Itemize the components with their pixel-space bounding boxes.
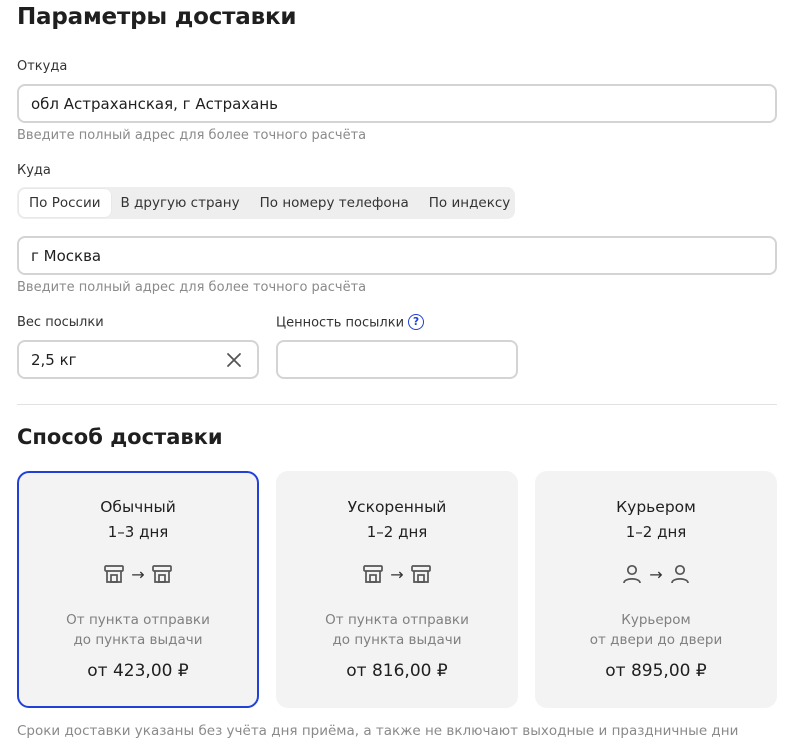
pickup-point-icon	[363, 565, 384, 583]
parcel-value-label: Ценность посылки	[276, 315, 405, 331]
arrow-icon: →	[131, 564, 145, 584]
delivery-method-title: Способ доставки	[17, 425, 223, 449]
delivery-option-standard[interactable]: Обычный 1–3 дня → От пункта отправки до …	[17, 471, 259, 708]
pickup-point-icon	[151, 565, 172, 583]
tab-phone-number[interactable]: По номеру телефона	[250, 189, 419, 217]
from-label: Откуда	[17, 59, 68, 74]
parcel-value-input[interactable]	[276, 340, 518, 379]
route-icons: →	[19, 562, 257, 586]
from-address-value: обл Астраханская, г Астрахань	[31, 94, 279, 113]
option-title: Ускоренный	[347, 498, 447, 516]
section-divider	[17, 404, 777, 405]
page-title: Параметры доставки	[17, 4, 297, 30]
option-title: Обычный	[100, 498, 176, 516]
option-price: от 816,00 ₽	[346, 661, 448, 681]
option-price: от 895,00 ₽	[605, 661, 707, 681]
delivery-option-courier[interactable]: Курьером 1–2 дня → Курьером от двери до …	[535, 471, 777, 708]
route-icons: →	[535, 562, 777, 586]
delivery-option-express[interactable]: Ускоренный 1–2 дня → От пункта отправки …	[276, 471, 518, 708]
weight-value: 2,5 кг	[31, 350, 77, 369]
option-days: 1–2 дня	[625, 523, 687, 541]
option-title: Курьером	[616, 498, 696, 516]
option-description-line2: до пункта выдачи	[332, 632, 462, 648]
arrow-icon: →	[649, 564, 663, 584]
to-hint: Введите полный адрес для более точного р…	[17, 280, 367, 295]
tab-postal-index[interactable]: По индексу	[419, 189, 521, 217]
from-address-input[interactable]: обл Астраханская, г Астрахань	[17, 84, 777, 123]
weight-input[interactable]: 2,5 кг	[17, 340, 259, 379]
tab-russia[interactable]: По России	[19, 189, 111, 217]
option-description-line1: От пункта отправки	[325, 612, 469, 628]
arrow-icon: →	[390, 564, 404, 584]
option-description-line2: до пункта выдачи	[73, 632, 203, 648]
option-description-line1: От пункта отправки	[66, 612, 210, 628]
route-icons: →	[276, 562, 518, 586]
from-hint: Введите полный адрес для более точного р…	[17, 128, 367, 143]
option-description-line1: Курьером	[621, 612, 691, 628]
destination-tabs: По России В другую страну По номеру теле…	[17, 187, 515, 219]
question-circle-icon[interactable]: ?	[408, 314, 425, 330]
to-address-value: г Москва	[31, 246, 102, 265]
footer-note: Сроки доставки указаны без учёта дня при…	[17, 723, 739, 739]
to-address-input[interactable]: г Москва	[17, 236, 777, 275]
option-description-line2: от двери до двери	[589, 632, 723, 648]
pickup-point-icon	[104, 565, 125, 583]
tab-other-country[interactable]: В другую страну	[111, 189, 250, 217]
pickup-point-icon	[410, 565, 431, 583]
close-icon[interactable]	[225, 351, 243, 369]
option-days: 1–2 дня	[366, 523, 428, 541]
to-label: Куда	[17, 163, 51, 178]
parcel-value-label-row: Ценность посылки?	[276, 314, 425, 331]
person-icon	[670, 564, 689, 584]
option-days: 1–3 дня	[107, 523, 169, 541]
option-price: от 423,00 ₽	[87, 661, 189, 681]
weight-label: Вес посылки	[17, 315, 104, 330]
person-icon	[623, 564, 642, 584]
